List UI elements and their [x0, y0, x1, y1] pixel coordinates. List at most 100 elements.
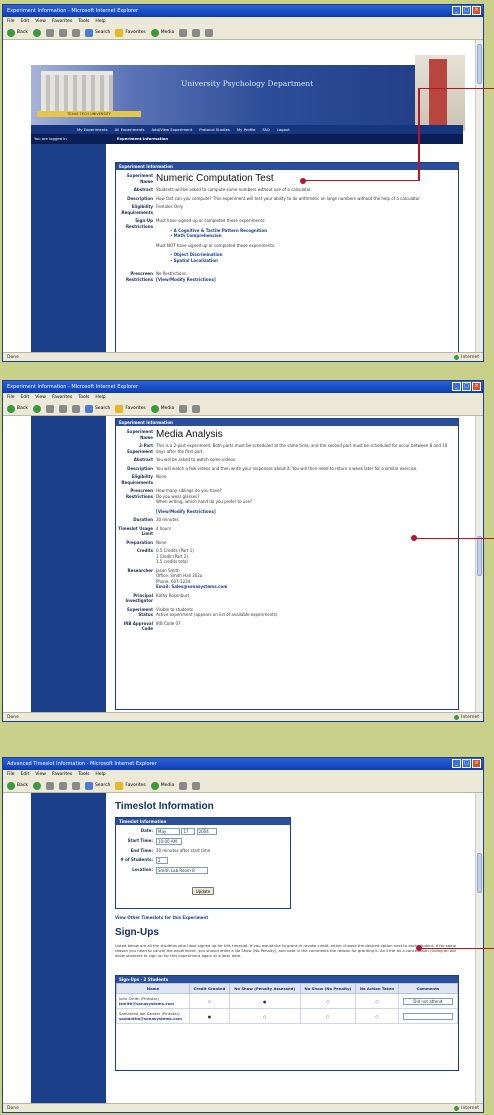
exp-link[interactable]: Object Discrimination: [174, 252, 223, 257]
location-input[interactable]: Smith Lab Room B: [156, 866, 208, 874]
num-students-input[interactable]: 2: [156, 856, 168, 864]
status-bar: Done Internet: [3, 1103, 483, 1112]
stop-icon[interactable]: [45, 28, 54, 37]
menu-tools[interactable]: Tools: [78, 772, 89, 777]
refresh-icon[interactable]: [58, 28, 67, 37]
media-button[interactable]: Media: [150, 781, 174, 790]
home-icon[interactable]: [71, 28, 80, 37]
minimize-button[interactable]: _: [452, 759, 461, 768]
close-button[interactable]: ×: [472, 6, 481, 15]
comment-input[interactable]: [402, 1012, 453, 1020]
search-button[interactable]: Search: [84, 28, 110, 37]
minimize-button[interactable]: _: [452, 6, 461, 15]
view-other-timeslots-link[interactable]: View Other Timeslots for this Experiment: [115, 915, 208, 920]
radio-no-show-penalty[interactable]: ●: [263, 999, 266, 1004]
menu-file[interactable]: File: [7, 395, 15, 400]
stop-icon[interactable]: [45, 781, 54, 790]
favorites-button[interactable]: Favorites: [115, 28, 146, 37]
menu-edit[interactable]: Edit: [21, 395, 30, 400]
day-select[interactable]: 17: [181, 828, 196, 835]
mail-icon[interactable]: [192, 404, 201, 413]
media-button[interactable]: Media: [150, 28, 174, 37]
scrollbar[interactable]: [475, 40, 483, 352]
search-button[interactable]: Search: [84, 781, 110, 790]
view-modify-restrictions-link[interactable]: [View/Modify Restrictions]: [156, 509, 455, 515]
maximize-button[interactable]: □: [462, 759, 471, 768]
scrollbar[interactable]: [475, 416, 483, 712]
menu-help[interactable]: Help: [95, 19, 105, 24]
back-button[interactable]: Back: [7, 781, 28, 790]
maximize-button[interactable]: □: [462, 6, 471, 15]
menu-edit[interactable]: Edit: [21, 772, 30, 777]
nav-protocol[interactable]: Protocol Studies: [199, 127, 230, 132]
history-icon[interactable]: [179, 28, 188, 37]
menu-tools[interactable]: Tools: [78, 395, 89, 400]
menu-favorites[interactable]: Favorites: [52, 395, 72, 400]
student-email-link[interactable]: samantha@sonasystems.com: [119, 1016, 187, 1021]
month-select[interactable]: May: [156, 828, 180, 835]
nav-all-experiments[interactable]: All Experiments: [115, 127, 145, 132]
view-modify-restrictions-link[interactable]: [View/Modify Restrictions]: [156, 277, 455, 283]
nav-my-experiments[interactable]: My Experiments: [77, 127, 108, 132]
mail-icon[interactable]: [192, 781, 201, 790]
menu-favorites[interactable]: Favorites: [52, 19, 72, 24]
nav-faq[interactable]: FAQ: [262, 127, 269, 132]
print-icon[interactable]: [205, 28, 214, 37]
mail-icon[interactable]: [192, 28, 201, 37]
refresh-icon[interactable]: [58, 781, 67, 790]
close-button[interactable]: ×: [472, 759, 481, 768]
menu-view[interactable]: View: [35, 395, 46, 400]
exp-link[interactable]: A Cognitive & Tactile Pattern Recognitio…: [174, 228, 267, 233]
menu-tools[interactable]: Tools: [78, 19, 89, 24]
history-icon[interactable]: [179, 781, 188, 790]
close-button[interactable]: ×: [472, 382, 481, 391]
search-button[interactable]: Search: [84, 404, 110, 413]
radio-no-show-penalty[interactable]: ○: [263, 1014, 266, 1019]
stop-icon[interactable]: [45, 404, 54, 413]
toolbar: Back Search Favorites Media: [3, 779, 483, 793]
forward-icon[interactable]: [32, 781, 41, 790]
menu-file[interactable]: File: [7, 772, 15, 777]
media-icon: [150, 28, 159, 37]
nav-my-profile[interactable]: My Profile: [237, 127, 256, 132]
comment-input[interactable]: Did not attend: [402, 997, 453, 1005]
exp-link[interactable]: Spatial Localization: [174, 258, 218, 263]
start-time-input[interactable]: 10:00 AM: [156, 838, 182, 845]
favorites-button[interactable]: Favorites: [115, 781, 146, 790]
experiment-info-panel: Experiment Information Experiment Name Me…: [115, 418, 459, 710]
home-icon[interactable]: [71, 781, 80, 790]
radio-credit-granted[interactable]: ○: [208, 999, 211, 1004]
year-select[interactable]: 2004: [196, 828, 217, 835]
update-button[interactable]: Update: [191, 886, 215, 895]
menu-help[interactable]: Help: [95, 395, 105, 400]
radio-no-action[interactable]: ○: [375, 999, 378, 1004]
researcher-email-link[interactable]: Email: Sales@sonasystems.com: [156, 584, 455, 590]
menu-view[interactable]: View: [35, 19, 46, 24]
radio-credit-granted[interactable]: ●: [208, 1014, 211, 1019]
left-sidebar: [31, 416, 106, 712]
refresh-icon[interactable]: [58, 404, 67, 413]
label-end-time: End Time:: [130, 848, 153, 853]
menu-help[interactable]: Help: [95, 772, 105, 777]
radio-no-action[interactable]: ○: [375, 1014, 378, 1019]
media-button[interactable]: Media: [150, 404, 174, 413]
back-button[interactable]: Back: [7, 28, 28, 37]
radio-no-show-no-penalty[interactable]: ○: [326, 999, 329, 1004]
favorites-button[interactable]: Favorites: [115, 404, 146, 413]
forward-icon[interactable]: [32, 404, 41, 413]
student-email-link[interactable]: jsmith@sonasystems.com: [119, 1001, 187, 1006]
radio-no-show-no-penalty[interactable]: ○: [326, 1014, 329, 1019]
menu-favorites[interactable]: Favorites: [52, 772, 72, 777]
exp-link[interactable]: Math Comprehension: [174, 233, 222, 238]
forward-icon[interactable]: [32, 28, 41, 37]
menu-view[interactable]: View: [35, 772, 46, 777]
maximize-button[interactable]: □: [462, 382, 471, 391]
nav-add-experiment[interactable]: Add/View Experiment: [152, 127, 193, 132]
menu-file[interactable]: File: [7, 19, 15, 24]
minimize-button[interactable]: _: [452, 382, 461, 391]
menu-edit[interactable]: Edit: [21, 19, 30, 24]
home-icon[interactable]: [71, 404, 80, 413]
back-button[interactable]: Back: [7, 404, 28, 413]
nav-logout[interactable]: Logout: [277, 127, 290, 132]
history-icon[interactable]: [179, 404, 188, 413]
